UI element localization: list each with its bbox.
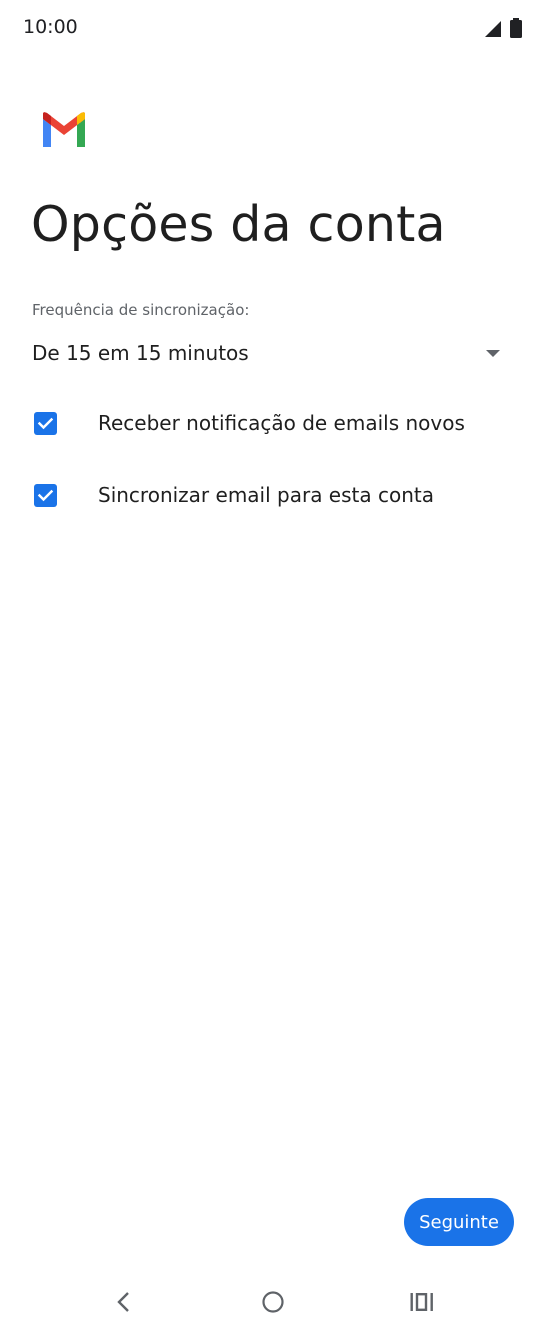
recents-button[interactable] [402,1284,442,1320]
gmail-logo [40,111,88,147]
circle-home-icon [262,1291,284,1313]
home-button[interactable] [253,1284,293,1320]
page-title: Opções da conta [31,196,446,253]
sync-frequency-label: Frequência de sincronização: [32,301,250,319]
checkmark-icon [37,489,54,502]
new-email-notification-option[interactable]: Receber notificação de emails novos [32,400,512,448]
checkmark-icon [37,417,54,430]
sync-email-option[interactable]: Sincronizar email para esta conta [32,472,512,520]
recents-icon [410,1292,433,1312]
status-icons [482,17,522,39]
dropdown-arrow-icon [486,350,500,357]
new-email-notification-label: Receber notificação de emails novos [98,411,465,435]
next-button[interactable]: Seguinte [404,1198,514,1246]
sync-email-label: Sincronizar email para esta conta [98,483,434,507]
back-button[interactable] [103,1284,143,1320]
battery-icon [510,18,522,38]
status-time: 10:00 [23,16,78,38]
navigation-bar [0,1270,546,1334]
status-bar: 10:00 [0,0,546,56]
sync-email-checkbox[interactable] [34,484,57,507]
sync-frequency-dropdown[interactable]: De 15 em 15 minutos [32,335,506,375]
new-email-notification-checkbox[interactable] [34,412,57,435]
sync-frequency-value: De 15 em 15 minutos [32,341,249,365]
chevron-left-icon [117,1292,129,1312]
